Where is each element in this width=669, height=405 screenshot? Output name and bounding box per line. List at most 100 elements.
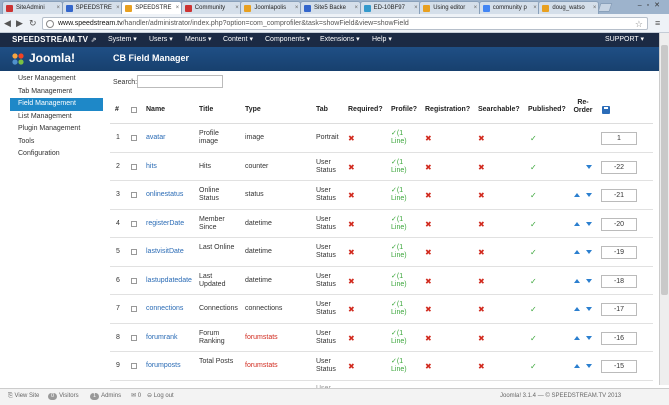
move-up-icon[interactable] <box>574 307 580 311</box>
browser-tab[interactable]: ED-10BF97 × <box>359 1 421 14</box>
move-down-icon[interactable] <box>586 335 592 340</box>
move-down-icon[interactable] <box>586 193 592 197</box>
sidebar-item-plugin-management[interactable]: Plugin Management <box>10 123 103 136</box>
wrench-icon[interactable]: ≡ <box>655 17 660 29</box>
tab-close-icon[interactable]: × <box>533 2 537 14</box>
required-no-icon[interactable]: ✖ <box>348 363 355 371</box>
tab-close-icon[interactable]: × <box>176 2 180 14</box>
row-checkbox[interactable] <box>131 135 137 141</box>
browser-tab[interactable]: Site5 Backe × <box>300 1 361 14</box>
tab-close-icon[interactable]: × <box>295 2 299 14</box>
browser-tab[interactable]: Joomlapolis × <box>240 1 302 14</box>
move-down-icon[interactable] <box>586 278 592 283</box>
registration-no-icon[interactable]: ✖ <box>425 363 432 371</box>
searchable-no-icon[interactable]: ✖ <box>478 334 485 343</box>
back-icon[interactable]: ◀ <box>4 17 11 29</box>
support-menu[interactable]: SUPPORT ▾ <box>605 33 644 47</box>
field-name-link[interactable]: lastupdatedate <box>146 277 192 285</box>
searchable-no-icon[interactable]: ✖ <box>478 249 485 257</box>
required-no-icon[interactable]: ✖ <box>348 334 355 343</box>
searchable-no-icon[interactable]: ✖ <box>478 135 485 143</box>
sidebar-item-tab-management[interactable]: Tab Management <box>10 86 103 99</box>
searchable-no-icon[interactable]: ✖ <box>478 220 485 229</box>
move-down-icon[interactable] <box>586 307 592 311</box>
profile-yes-link[interactable]: ✓(1 Line) <box>391 159 413 175</box>
published-yes-icon[interactable]: ✓ <box>530 334 537 343</box>
header-tab[interactable]: Tab <box>316 106 328 114</box>
field-name-link[interactable]: forumposts <box>146 362 181 370</box>
required-no-icon[interactable]: ✖ <box>348 163 355 172</box>
field-name-link[interactable]: lastvisitDate <box>146 248 184 256</box>
profile-yes-link[interactable]: ✓(1 Line) <box>391 130 413 146</box>
field-name-link[interactable]: forumrank <box>146 334 178 342</box>
field-name-link[interactable]: hits <box>146 163 157 171</box>
order-input[interactable]: -15 <box>601 360 637 373</box>
order-input[interactable]: -17 <box>601 303 637 316</box>
published-yes-icon[interactable]: ✓ <box>530 249 537 257</box>
select-all-checkbox[interactable] <box>131 107 137 113</box>
header-type[interactable]: Type <box>245 106 261 114</box>
search-input[interactable] <box>137 75 223 88</box>
searchable-no-icon[interactable]: ✖ <box>478 163 485 172</box>
field-name-link[interactable]: registerDate <box>146 220 184 228</box>
field-name-link[interactable]: avatar <box>146 134 165 142</box>
menu-content[interactable]: Content ▾ <box>223 33 253 47</box>
profile-yes-link[interactable]: ✓(1 Line) <box>391 187 413 203</box>
required-no-icon[interactable]: ✖ <box>348 249 355 257</box>
browser-tab[interactable]: Using editor × <box>419 1 481 14</box>
browser-tab[interactable]: SiteAdmini × <box>2 1 63 14</box>
address-bar[interactable]: www.speedstream.tv/handler/administrator… <box>42 17 648 30</box>
move-up-icon[interactable] <box>574 250 580 254</box>
profile-yes-link[interactable]: ✓(1 Line) <box>391 244 413 260</box>
searchable-no-icon[interactable]: ✖ <box>478 277 485 286</box>
published-yes-icon[interactable]: ✓ <box>530 306 537 314</box>
move-down-icon[interactable] <box>586 250 592 254</box>
sidebar-item-tools[interactable]: Tools <box>10 136 103 149</box>
tab-close-icon[interactable]: × <box>354 2 358 14</box>
header-searchable[interactable]: Searchable? <box>478 106 520 114</box>
sidebar-item-configuration[interactable]: Configuration <box>10 148 103 161</box>
row-checkbox[interactable] <box>131 220 137 227</box>
order-input[interactable]: -22 <box>601 160 637 174</box>
move-up-icon[interactable] <box>574 364 580 368</box>
order-input[interactable]: -18 <box>601 274 637 288</box>
move-up-icon[interactable] <box>574 335 580 340</box>
required-no-icon[interactable]: ✖ <box>348 135 355 143</box>
field-name-link[interactable]: onlinestatus <box>146 191 183 199</box>
registration-no-icon[interactable]: ✖ <box>425 306 432 314</box>
tab-close-icon[interactable]: × <box>474 2 478 14</box>
reload-icon[interactable]: ↻ <box>29 17 37 29</box>
published-yes-icon[interactable]: ✓ <box>530 363 537 371</box>
move-down-icon[interactable] <box>586 164 592 169</box>
tab-close-icon[interactable]: × <box>593 2 597 14</box>
row-checkbox[interactable] <box>131 249 137 255</box>
move-down-icon[interactable] <box>586 221 592 226</box>
browser-tab[interactable]: community p × <box>478 1 540 14</box>
header-published[interactable]: Published? <box>528 106 566 114</box>
messages-indicator[interactable]: ✉ 0 <box>131 389 141 404</box>
header-registration[interactable]: Registration? <box>425 106 470 114</box>
field-name-link[interactable]: connections <box>146 305 183 313</box>
vertical-scrollbar[interactable] <box>659 33 669 385</box>
registration-no-icon[interactable]: ✖ <box>425 249 432 257</box>
registration-no-icon[interactable]: ✖ <box>425 163 432 172</box>
published-yes-icon[interactable]: ✓ <box>530 277 537 286</box>
move-up-icon[interactable] <box>574 221 580 226</box>
logout-link[interactable]: ⊖ Log out <box>147 389 174 404</box>
registration-no-icon[interactable]: ✖ <box>425 220 432 229</box>
header-required[interactable]: Required? <box>348 106 383 114</box>
menu-extensions[interactable]: Extensions ▾ <box>320 33 360 47</box>
tab-close-icon[interactable]: × <box>414 2 418 14</box>
browser-tab[interactable]: doug_watso × <box>538 1 600 14</box>
order-input[interactable]: -16 <box>601 331 637 345</box>
site-brand-link[interactable]: SPEEDSTREAM.TV ⇗ <box>12 33 97 48</box>
browser-tab[interactable]: SPEEDSTRE × <box>61 1 123 14</box>
menu-users[interactable]: Users ▾ <box>149 33 173 47</box>
move-up-icon[interactable] <box>574 278 580 283</box>
registration-no-icon[interactable]: ✖ <box>425 192 432 200</box>
forward-icon[interactable]: ▶ <box>16 17 23 29</box>
registration-no-icon[interactable]: ✖ <box>425 334 432 343</box>
new-tab-button[interactable] <box>597 3 613 12</box>
view-site-link[interactable]: ⎘ View Site <box>8 389 39 404</box>
tab-close-icon[interactable]: × <box>235 2 239 14</box>
